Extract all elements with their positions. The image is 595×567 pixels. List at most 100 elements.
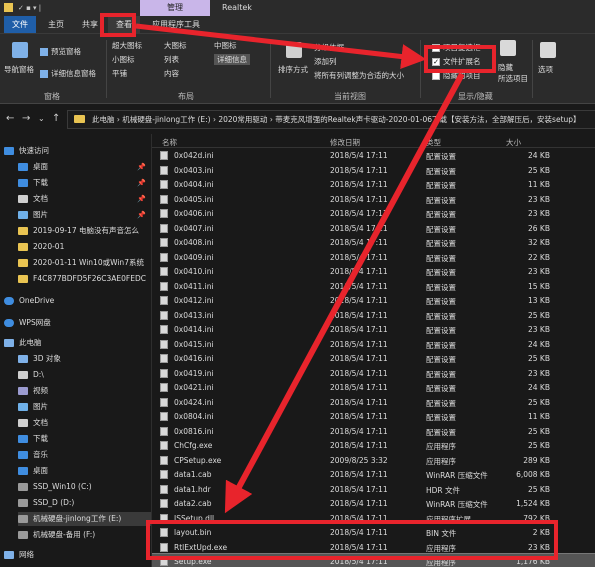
nav-network[interactable]: 网络 xyxy=(4,548,34,562)
address-bar[interactable]: 此电脑 › 机械硬盘-jinlong工作 (E:) › 2020常用驱动 › 带… xyxy=(67,110,595,129)
document-icon xyxy=(18,419,28,427)
file-type: 配置设置 xyxy=(426,355,456,364)
table-row[interactable]: 0x0424.ini 2018/5/4 17:11 配置设置 25 KB xyxy=(152,395,595,410)
table-row[interactable]: 0x0414.ini 2018/5/4 17:11 配置设置 23 KB xyxy=(152,322,595,337)
table-row[interactable]: 0x0804.ini 2018/5/4 17:11 配置设置 11 KB xyxy=(152,409,595,424)
file-size: 24 KB xyxy=(528,339,550,349)
options-button[interactable]: 选项 xyxy=(538,64,553,75)
table-row[interactable]: 0x0816.ini 2018/5/4 17:11 配置设置 25 KB xyxy=(152,424,595,439)
table-row[interactable]: 0x0405.ini 2018/5/4 17:11 配置设置 23 KB xyxy=(152,192,595,207)
nav-this-pc[interactable]: 此电脑 xyxy=(4,336,42,350)
table-row[interactable]: data1.cab 2018/5/4 17:11 WinRAR 压缩文件 6,008 … xyxy=(152,467,595,482)
nav-wps[interactable]: WPS网盘 xyxy=(4,316,51,330)
table-row[interactable]: 0x0419.ini 2018/5/4 17:11 配置设置 23 KB xyxy=(152,366,595,381)
add-columns-button[interactable]: 添加列 xyxy=(314,56,337,67)
column-type[interactable]: 类型 xyxy=(426,137,441,148)
nav-item-documents[interactable]: 文档 📌 xyxy=(18,192,151,206)
table-row[interactable]: 0x0416.ini 2018/5/4 17:11 配置设置 25 KB xyxy=(152,351,595,366)
nav-quick-access[interactable]: 快速访问 xyxy=(4,144,49,158)
large-icons-button[interactable]: 大图标 xyxy=(164,40,187,51)
table-row[interactable]: 0x042d.ini 2018/5/4 17:11 配置设置 24 KB xyxy=(152,148,595,163)
back-icon[interactable]: ← xyxy=(6,113,14,124)
tab-file[interactable]: 文件 xyxy=(4,16,36,33)
nav-item-folder[interactable]: 2020-01-11 Win10或Win7系统 xyxy=(18,256,144,270)
folder-icon xyxy=(18,243,28,251)
file-icon xyxy=(160,209,168,218)
nav-item-desktop[interactable]: 桌面 📌 xyxy=(18,160,151,174)
table-row[interactable]: 0x0406.ini 2018/5/4 17:11 配置设置 23 KB xyxy=(152,206,595,221)
nav-pc-item[interactable]: 桌面 xyxy=(18,464,48,478)
file-name: 0x0407.ini xyxy=(174,223,214,233)
file-name: data2.cab xyxy=(174,499,212,508)
column-name[interactable]: 名称 xyxy=(162,137,177,148)
hide-selected-button[interactable]: 隐藏 所选项目 xyxy=(498,62,528,84)
up-icon[interactable]: ↑ xyxy=(52,113,60,124)
table-row[interactable]: 0x0410.ini 2018/5/4 17:11 配置设置 23 KB xyxy=(152,264,595,279)
qat-icons[interactable]: ✓ ▪ ▾ | xyxy=(18,4,41,12)
nav-pc-item[interactable]: 文档 xyxy=(18,416,48,430)
table-row[interactable]: data1.hdr 2018/5/4 17:11 HDR 文件 25 KB xyxy=(152,482,595,497)
file-size: 13 KB xyxy=(528,296,550,305)
pin-icon: 📌 xyxy=(137,195,146,203)
small-icons-button[interactable]: 小图标 xyxy=(112,54,135,65)
forward-icon[interactable]: → xyxy=(22,113,30,124)
medium-icons-button[interactable]: 中图标 xyxy=(214,40,237,51)
table-row[interactable]: 0x0415.ini 2018/5/4 17:11 配置设置 24 KB xyxy=(152,337,595,352)
nav-pc-item[interactable]: 音乐 xyxy=(18,448,48,462)
nav-onedrive[interactable]: OneDrive xyxy=(4,294,54,308)
size-all-columns-button[interactable]: 将所有列调整为合适的大小 xyxy=(314,70,404,81)
table-row[interactable]: 0x0409.ini 2018/5/4 17:11 配置设置 22 KB xyxy=(152,250,595,265)
preview-pane-button[interactable]: 预览窗格 xyxy=(40,46,81,57)
nav-item-folder[interactable]: 2020-01 xyxy=(18,240,64,254)
sort-by-button[interactable]: 排序方式 xyxy=(278,64,308,75)
nav-label: 下载 xyxy=(33,434,48,443)
table-row[interactable]: ChCfg.exe 2018/5/4 17:11 应用程序 25 KB xyxy=(152,438,595,453)
table-row[interactable]: 0x0412.ini 2018/5/4 17:11 配置设置 13 KB xyxy=(152,293,595,308)
nav-pc-item[interactable]: 3D 对象 xyxy=(18,352,61,366)
nav-pc-item[interactable]: D:\ xyxy=(18,368,44,382)
nav-pc-item[interactable]: 机械硬盘-备用 (F:) xyxy=(18,528,95,542)
nav-pc-item[interactable]: 图片 xyxy=(18,400,48,414)
nav-pc-item[interactable]: 下载 xyxy=(18,432,48,446)
tab-app-tools[interactable]: 应用程序工具 xyxy=(144,16,208,33)
nav-pc-item[interactable]: SSD_D (D:) xyxy=(18,496,74,510)
nav-item-downloads[interactable]: 下载 📌 xyxy=(18,176,151,190)
nav-label: 图片 xyxy=(33,402,48,411)
table-row[interactable]: data2.cab 2018/5/4 17:11 WinRAR 压缩文件 1,524 … xyxy=(152,496,595,511)
preview-pane-icon xyxy=(40,48,48,56)
tab-home[interactable]: 主页 xyxy=(40,16,72,33)
nav-label: 3D 对象 xyxy=(33,354,61,363)
nav-pane-button[interactable]: 导航窗格 xyxy=(4,64,34,75)
table-row[interactable]: 0x0403.ini 2018/5/4 17:11 配置设置 25 KB xyxy=(152,163,595,178)
tiles-button[interactable]: 平铺 xyxy=(112,68,127,79)
nav-pc-item[interactable]: 视频 xyxy=(18,384,48,398)
table-row[interactable]: 0x0404.ini 2018/5/4 17:11 配置设置 11 KB xyxy=(152,177,595,192)
nav-pc-item-selected[interactable]: 机械硬盘-jinlong工作 (E:) xyxy=(18,512,151,526)
table-row[interactable]: 0x0407.ini 2018/5/4 17:11 配置设置 26 KB xyxy=(152,221,595,236)
nav-pc-item[interactable]: SSD_Win10 (C:) xyxy=(18,480,92,494)
table-row[interactable]: 0x0411.ini 2018/5/4 17:11 配置设置 15 KB xyxy=(152,279,595,294)
breadcrumb[interactable]: 此电脑 › 机械硬盘-jinlong工作 (E:) › 2020常用驱动 › 带… xyxy=(92,115,581,124)
nav-item-folder[interactable]: 2019-09-17 电脑没有声音怎么 xyxy=(18,224,139,238)
nav-label: OneDrive xyxy=(19,296,55,305)
group-by-button[interactable]: 分组依据 xyxy=(314,42,344,53)
nav-item-folder[interactable]: F4C877BDFD5F26C3AE0FEDC xyxy=(18,272,146,286)
extra-large-icons-button[interactable]: 超大图标 xyxy=(112,40,142,51)
table-row[interactable]: 0x0421.ini 2018/5/4 17:11 配置设置 24 KB xyxy=(152,380,595,395)
list-button[interactable]: 列表 xyxy=(164,54,179,65)
file-size: 32 KB xyxy=(528,238,550,247)
content-button[interactable]: 内容 xyxy=(164,68,179,79)
nav-label: 2020-01 xyxy=(33,242,65,251)
table-row[interactable]: 0x0408.ini 2018/5/4 17:11 配置设置 32 KB xyxy=(152,235,595,250)
context-tab-manage[interactable]: 管理 xyxy=(140,0,210,16)
details-pane-button[interactable]: 详细信息窗格 xyxy=(40,68,96,79)
column-size[interactable]: 大小 xyxy=(506,137,521,148)
history-chevron-icon[interactable]: ⌄ xyxy=(38,114,45,123)
details-button[interactable]: 详细信息 xyxy=(214,54,250,65)
table-row[interactable]: 0x0413.ini 2018/5/4 17:11 配置设置 25 KB xyxy=(152,308,595,323)
nav-item-pictures[interactable]: 图片 📌 xyxy=(18,208,151,222)
column-date[interactable]: 修改日期 xyxy=(330,137,360,148)
file-size: 23 KB xyxy=(528,325,550,334)
file-size: 22 KB xyxy=(528,252,550,262)
table-row[interactable]: CPSetup.exe 2009/8/25 3:32 应用程序 289 KB xyxy=(152,453,595,468)
